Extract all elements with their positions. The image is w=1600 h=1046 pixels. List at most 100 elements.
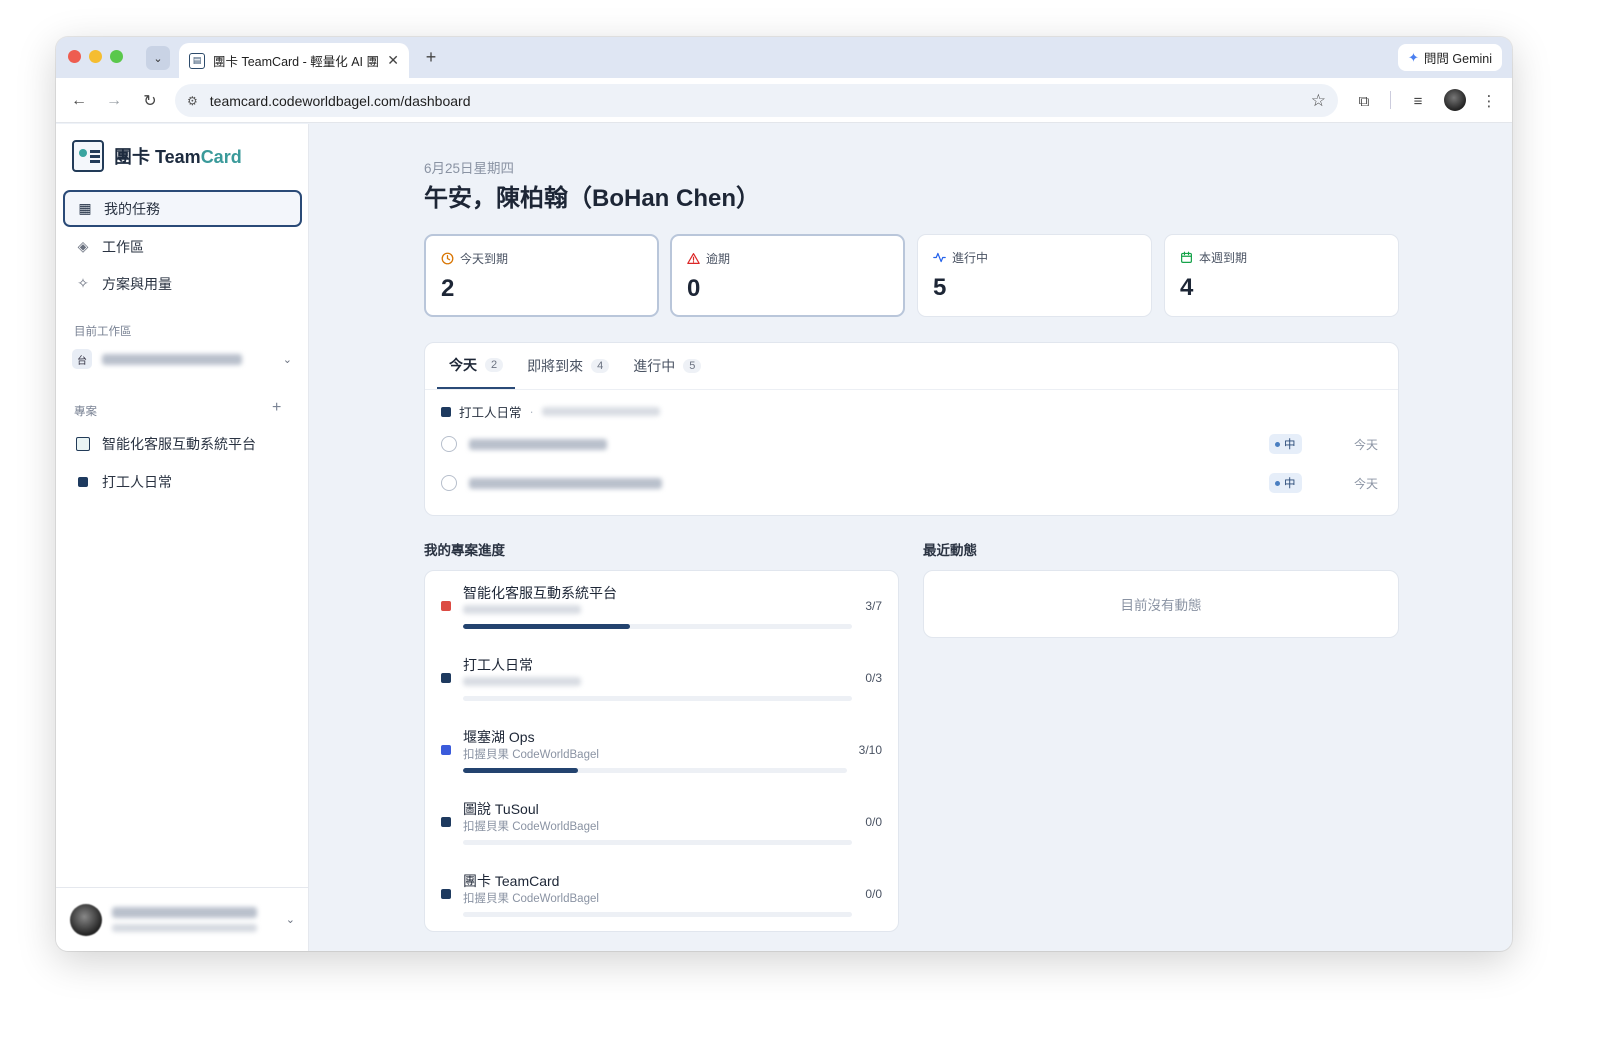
- stat-label: 進行中: [952, 251, 989, 265]
- project-company-redacted: [463, 605, 581, 614]
- tab-search-button[interactable]: ⌄: [146, 46, 170, 70]
- toolbar-divider: [1390, 91, 1391, 109]
- stat-label: 逾期: [706, 252, 731, 266]
- tab-title: 團卡 TeamCard - 輕量化 AI 團隊: [213, 55, 380, 69]
- project-progress-row[interactable]: 團卡 TeamCard 扣握貝果 CodeWorldBagel 0/0: [425, 859, 898, 931]
- clock-icon: [441, 252, 454, 265]
- task-title-redacted: [469, 477, 662, 489]
- browser-tab-active[interactable]: ▤ 團卡 TeamCard - 輕量化 AI 團隊 ✕: [179, 43, 409, 78]
- bookmark-star-icon[interactable]: ☆: [1311, 91, 1326, 111]
- stat-card-in-progress[interactable]: 進行中 5: [917, 234, 1152, 317]
- reload-button[interactable]: ↻: [139, 90, 161, 112]
- project-name: 圖說 TuSoul: [463, 801, 539, 817]
- add-project-button[interactable]: +: [272, 399, 281, 417]
- project-task-count: 0/0: [865, 815, 882, 829]
- project-progress-card: 智能化客服互動系統平台 3/7 打工人日常 0/3 堰塞湖 Ops 扣握貝果 C…: [424, 570, 899, 932]
- recent-activity-card: 目前沒有動態: [923, 570, 1399, 638]
- sidebar: 團卡 TeamCard ▦ 我的任務 ◈ 工作區 ✧ 方案與用量 目前工作區 台…: [56, 124, 309, 951]
- reload-icon: ↻: [143, 93, 157, 110]
- priority-label: 中: [1284, 478, 1296, 490]
- project-progress-row[interactable]: 堰塞湖 Ops 扣握貝果 CodeWorldBagel 3/10: [425, 715, 898, 787]
- brand-name-highlight: Card: [200, 147, 242, 167]
- empty-activity-message: 目前沒有動態: [1120, 598, 1202, 613]
- progress-bar: [463, 696, 852, 701]
- task-group-header: 打工人日常 ·: [441, 402, 660, 421]
- sidebar-project-item[interactable]: 打工人日常: [76, 472, 172, 492]
- tab-count-badge: 2: [485, 358, 504, 372]
- task-group-name: 打工人日常: [459, 406, 522, 420]
- priority-dot-icon: [1275, 441, 1280, 447]
- project-company: 扣握貝果 CodeWorldBagel: [463, 749, 599, 761]
- tab-count-badge: 5: [683, 359, 702, 373]
- address-bar[interactable]: ⚙ teamcard.codeworldbagel.com/dashboard …: [175, 84, 1338, 117]
- project-name: 智能化客服互動系統平台: [463, 585, 617, 601]
- site-settings-icon[interactable]: ⚙: [187, 94, 198, 108]
- minimize-window-button[interactable]: [89, 50, 102, 63]
- project-progress-row[interactable]: 智能化客服互動系統平台 3/7: [425, 571, 898, 643]
- media-controls-icon[interactable]: ≡: [1407, 90, 1429, 112]
- tab-count-badge: 4: [591, 359, 610, 373]
- browser-toolbar: ← → ↻ ⚙ teamcard.codeworldbagel.com/dash…: [56, 78, 1512, 123]
- new-tab-button[interactable]: +: [420, 46, 442, 68]
- task-row[interactable]: 中 今天: [441, 466, 1384, 500]
- project-color-square: [441, 406, 451, 417]
- main-content: 6月25日星期四 午安，陳柏翰（BoHan Chen） 今天到期 2 逾期 0 …: [310, 124, 1512, 951]
- maximize-window-button[interactable]: [110, 50, 123, 63]
- priority-badge: 中: [1269, 473, 1302, 493]
- brand[interactable]: 團卡 TeamCard: [72, 140, 242, 172]
- sidebar-item-my-tasks[interactable]: ▦ 我的任務: [63, 190, 302, 227]
- project-color-square: [441, 745, 451, 755]
- task-due-date: 今天: [1354, 476, 1379, 491]
- workspace-name-redacted: [102, 353, 242, 365]
- plus-icon: +: [425, 46, 437, 67]
- profile-avatar[interactable]: [1444, 89, 1466, 111]
- project-color-square: [78, 477, 88, 487]
- project-task-count: 3/7: [865, 599, 882, 613]
- current-date: 6月25日星期四: [424, 161, 515, 176]
- teamcard-logo-icon: [76, 437, 90, 451]
- tab-today[interactable]: 今天 2: [437, 343, 516, 389]
- user-name-redacted: [112, 907, 257, 918]
- page-title: 午安，陳柏翰（BoHan Chen）: [424, 185, 760, 212]
- project-company-redacted: [463, 677, 581, 686]
- projects-progress-title: 我的專案進度: [424, 543, 505, 558]
- teamcard-logo-icon: [72, 140, 104, 172]
- project-name: 團卡 TeamCard: [463, 873, 560, 889]
- task-checkbox[interactable]: [441, 475, 457, 491]
- task-title-redacted: [469, 438, 607, 450]
- chevron-down-icon: ⌄: [285, 914, 295, 926]
- stat-card-due-this-week[interactable]: 本週到期 4: [1164, 234, 1399, 317]
- progress-fill: [463, 624, 631, 629]
- forward-button[interactable]: →: [103, 90, 125, 112]
- sidebar-item-workspaces[interactable]: ◈ 工作區: [63, 228, 302, 265]
- project-progress-row[interactable]: 圖說 TuSoul 扣握貝果 CodeWorldBagel 0/0: [425, 787, 898, 859]
- task-group-company-redacted: [541, 407, 660, 416]
- tab-in-progress[interactable]: 進行中 5: [621, 343, 713, 389]
- task-row[interactable]: 中 今天: [441, 427, 1384, 461]
- tab-upcoming[interactable]: 即將到來 4: [515, 343, 621, 389]
- gemini-button[interactable]: ✦ 問問 Gemini: [1398, 44, 1502, 71]
- back-button[interactable]: ←: [68, 90, 90, 112]
- progress-fill: [463, 768, 579, 773]
- workspace-badge: 台: [72, 349, 92, 369]
- browser-window: ⌄ ▤ 團卡 TeamCard - 輕量化 AI 團隊 ✕ + ✦ 問問 Gem…: [56, 37, 1512, 951]
- stat-card-overdue[interactable]: 逾期 0: [670, 234, 905, 317]
- stat-value: 2: [441, 275, 455, 302]
- project-progress-row[interactable]: 打工人日常 0/3: [425, 643, 898, 715]
- extensions-icon[interactable]: ⧉: [1353, 90, 1375, 112]
- teamcard-favicon-icon: ▤: [189, 52, 205, 69]
- user-menu[interactable]: ⌄: [56, 887, 309, 951]
- close-tab-icon[interactable]: ✕: [387, 52, 399, 69]
- sidebar-item-plans[interactable]: ✧ 方案與用量: [63, 265, 302, 302]
- tab-label: 今天: [449, 357, 477, 373]
- url-text[interactable]: teamcard.codeworldbagel.com/dashboard: [210, 93, 1311, 109]
- sidebar-project-item[interactable]: 智能化客服互動系統平台: [76, 434, 256, 454]
- task-checkbox[interactable]: [441, 436, 457, 452]
- arrow-left-icon: ←: [71, 92, 87, 109]
- workspace-selector[interactable]: 台 ⌄: [72, 346, 292, 372]
- close-window-button[interactable]: [68, 50, 81, 63]
- stat-card-due-today[interactable]: 今天到期 2: [424, 234, 659, 317]
- more-menu-icon[interactable]: ⋮: [1478, 90, 1500, 112]
- chevron-down-icon: ⌄: [153, 52, 163, 65]
- progress-bar: [463, 840, 852, 845]
